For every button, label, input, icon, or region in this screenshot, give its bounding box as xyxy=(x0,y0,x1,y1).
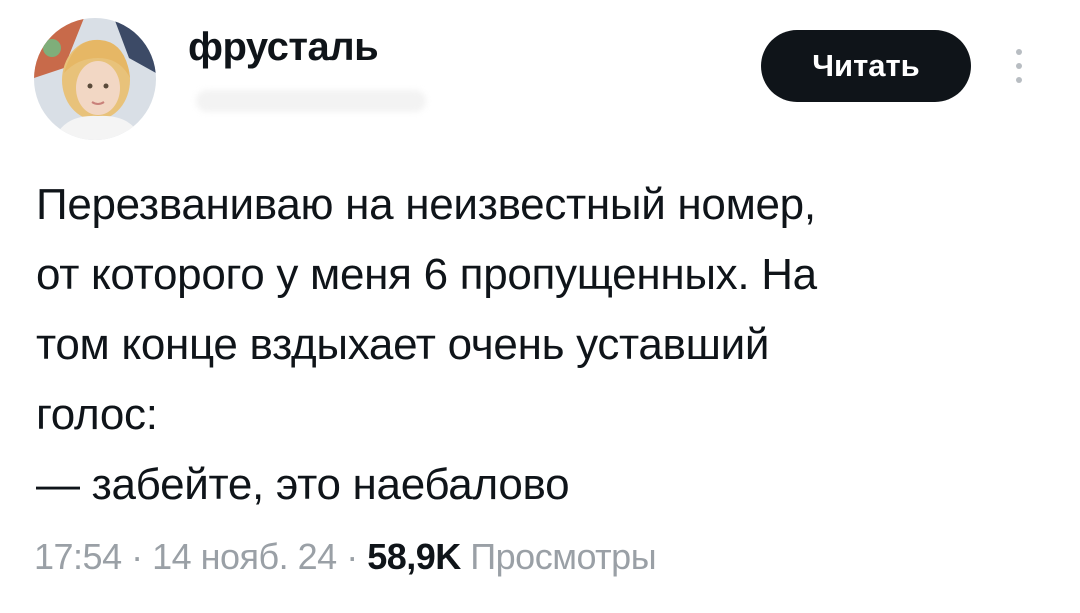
meta-separator: · xyxy=(121,536,153,577)
author-handle-redacted xyxy=(196,90,426,112)
tweet-card: фрусталь Читать Перезваниваю на неизвест… xyxy=(0,0,1080,613)
tweet-meta: 17:54 · 14 нояб. 24 · 58,9K Просмотры xyxy=(34,533,657,581)
tweet-text: Перезваниваю на неизвестный номер, от ко… xyxy=(36,180,817,509)
author-avatar[interactable] xyxy=(34,18,156,140)
user-avatar-photo-icon xyxy=(34,18,156,140)
views-count: 58,9K xyxy=(367,536,461,577)
tweet-date[interactable]: 14 нояб. 24 xyxy=(152,536,337,577)
tweet-time[interactable]: 17:54 xyxy=(34,536,122,577)
meta-separator: · xyxy=(336,536,368,577)
author-display-name[interactable]: фрусталь xyxy=(188,22,379,72)
views-label: Просмотры xyxy=(460,536,657,577)
more-vertical-icon[interactable] xyxy=(1006,46,1032,86)
follow-button[interactable]: Читать xyxy=(761,30,971,102)
